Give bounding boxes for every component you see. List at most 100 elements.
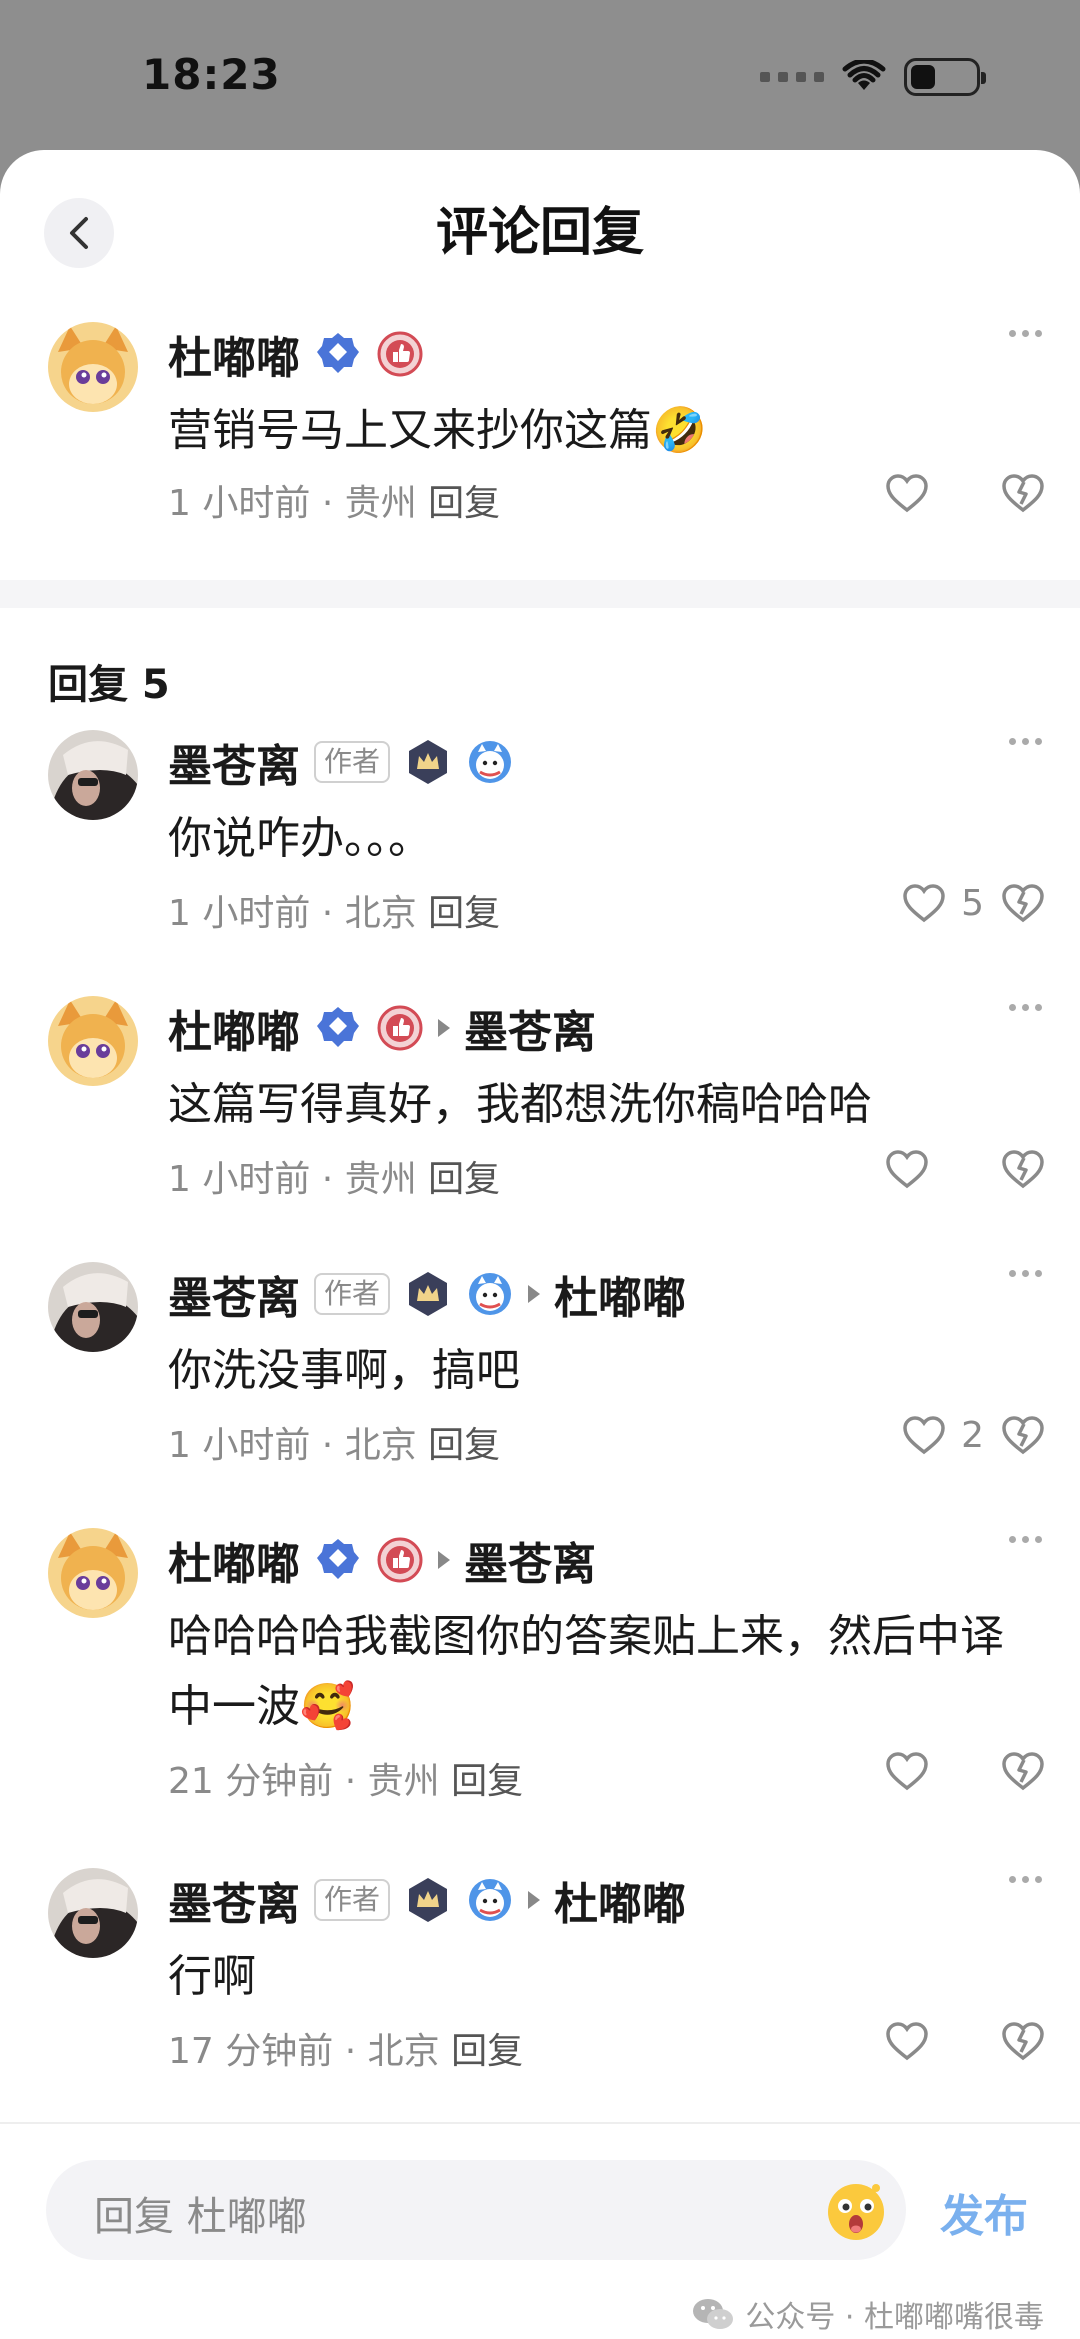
username[interactable]: 墨苍离: [168, 1262, 300, 1326]
reply-meta: 1 小时前 · 贵州 回复: [168, 1150, 500, 1202]
publish-button[interactable]: 发布: [940, 2180, 1028, 2244]
like-badge-icon: [377, 1537, 423, 1583]
dislike-button[interactable]: [1000, 1414, 1046, 1460]
reply-input[interactable]: 回复 杜嘟嘟: [46, 2160, 906, 2260]
composer-bar: 回复 杜嘟嘟 发布 公众号 · 杜嘟嘟嘴很毒: [0, 2122, 1080, 2339]
dislike-icon: [1002, 884, 1044, 923]
username[interactable]: 墨苍离: [168, 730, 300, 794]
heart-icon: [903, 884, 945, 923]
reply-time: 17 分钟前: [168, 2031, 334, 2072]
wechat-icon: [693, 2299, 734, 2329]
comment-content: 营销号马上又来抄你这篇🤣: [168, 405, 707, 456]
meta-separator: ·: [310, 1159, 345, 1200]
header: 评论回复: [0, 150, 1080, 300]
reply-location: 贵州: [344, 1159, 417, 1200]
dislike-icon: [1002, 1416, 1044, 1455]
dislike-button[interactable]: [1000, 882, 1046, 928]
reply-location: 北京: [344, 893, 417, 934]
reply-link[interactable]: 回复: [428, 1159, 500, 1200]
dislike-button[interactable]: [1000, 1148, 1046, 1194]
name-row: 墨苍离 作者: [168, 732, 514, 792]
reply-time: 1 小时前: [168, 893, 311, 934]
crown-badge-icon: [409, 1272, 448, 1316]
emoji-icon[interactable]: [820, 2174, 892, 2246]
like-button[interactable]: [884, 472, 930, 514]
avatar[interactable]: [48, 996, 138, 1086]
reply-meta: 1 小时前 · 北京 回复: [168, 884, 500, 936]
username[interactable]: 杜嘟嘟: [168, 322, 300, 386]
dislike-icon: [1002, 1150, 1044, 1189]
more-icon[interactable]: [1009, 738, 1042, 745]
reply-arrow-icon: [528, 1891, 541, 1909]
crown-badge-icon: [409, 740, 448, 784]
reply-content: 行啊: [168, 1951, 256, 2002]
avatar[interactable]: [48, 1528, 138, 1618]
reply-link[interactable]: 回复: [451, 2031, 523, 2072]
heart-icon: [886, 1752, 928, 1791]
replies-count: 回复 5: [48, 662, 170, 708]
mascot-badge-icon: [469, 1273, 512, 1315]
status-time: 18:23: [142, 50, 281, 99]
reply-link[interactable]: 回复: [428, 893, 500, 934]
reply-link[interactable]: 回复: [428, 1425, 500, 1466]
verified-icon: [317, 333, 359, 373]
like-button[interactable]: [884, 1148, 930, 1190]
reply-time: 1 小时前: [168, 1425, 311, 1466]
like-button[interactable]: [884, 2020, 930, 2062]
crown-badge-icon: [409, 1878, 448, 1922]
like-button[interactable]: [884, 1750, 930, 1792]
reply-meta: 17 分钟前 · 北京 回复: [168, 2022, 523, 2074]
avatar[interactable]: [48, 730, 138, 820]
avatar[interactable]: [48, 1262, 138, 1352]
signal-icon: [760, 72, 824, 82]
like-button[interactable]: 2: [901, 1414, 984, 1456]
author-tag: 作者: [314, 741, 391, 783]
comment-meta: 1 小时前 · 贵州 回复: [168, 474, 500, 526]
dislike-icon: [1002, 474, 1044, 513]
more-icon[interactable]: [1009, 1004, 1042, 1011]
reply-meta: 21 分钟前 · 贵州 回复: [168, 1752, 523, 1804]
reply-link[interactable]: 回复: [451, 1761, 523, 1802]
dislike-button[interactable]: [1000, 1750, 1046, 1796]
reply-to-username[interactable]: 杜嘟嘟: [554, 1262, 686, 1326]
heart-icon: [886, 474, 928, 513]
like-button[interactable]: 5: [901, 882, 984, 924]
battery-icon: [904, 58, 986, 96]
reply-arrow-icon: [438, 1019, 450, 1037]
mascot-badge-icon: [469, 741, 512, 783]
username[interactable]: 杜嘟嘟: [168, 1528, 300, 1592]
wifi-icon: [842, 60, 886, 90]
reply-link[interactable]: 回复: [428, 483, 500, 524]
more-icon[interactable]: [1009, 1270, 1042, 1277]
watermark: 公众号 · 杜嘟嘟嘴很毒: [691, 2292, 1044, 2336]
dislike-button[interactable]: [1000, 472, 1046, 518]
comment-location: 贵州: [344, 483, 417, 524]
heart-icon: [886, 2022, 928, 2061]
reply-to-username[interactable]: 墨苍离: [464, 996, 596, 1060]
more-icon[interactable]: [1009, 1876, 1042, 1883]
username[interactable]: 杜嘟嘟: [168, 996, 300, 1060]
name-row: 杜嘟嘟: [168, 324, 424, 384]
reply-arrow-icon: [528, 1285, 541, 1303]
reply-input-placeholder: 回复 杜嘟嘟: [94, 2194, 307, 2240]
avatar[interactable]: [48, 1868, 138, 1958]
reply-arrow-icon: [438, 1551, 450, 1569]
section-divider: [0, 580, 1080, 608]
like-badge-icon: [377, 331, 423, 377]
reply-to-username[interactable]: 墨苍离: [464, 1528, 596, 1592]
page-title: 评论回复: [435, 203, 644, 263]
reply-to-username[interactable]: 杜嘟嘟: [554, 1868, 686, 1932]
heart-icon: [886, 1150, 928, 1189]
reply-meta: 1 小时前 · 北京 回复: [168, 1416, 500, 1468]
username[interactable]: 墨苍离: [168, 1868, 300, 1932]
more-icon[interactable]: [1009, 1536, 1042, 1543]
more-icon[interactable]: [1009, 330, 1042, 337]
comment-time: 1 小时前: [168, 483, 311, 524]
reply-location: 北京: [344, 1425, 417, 1466]
comment-reply-sheet: 评论回复 杜嘟嘟 营销号马上又来抄你这篇🤣 1 小时前 · 贵州 回复 回复 5…: [0, 150, 1080, 2339]
meta-separator: ·: [310, 1425, 345, 1466]
reply-content: 这篇写得真好，我都想洗你稿哈哈哈: [168, 1079, 872, 1130]
name-row: 墨苍离 作者 杜嘟嘟: [168, 1870, 686, 1930]
avatar[interactable]: [48, 322, 138, 412]
dislike-button[interactable]: [1000, 2020, 1046, 2066]
